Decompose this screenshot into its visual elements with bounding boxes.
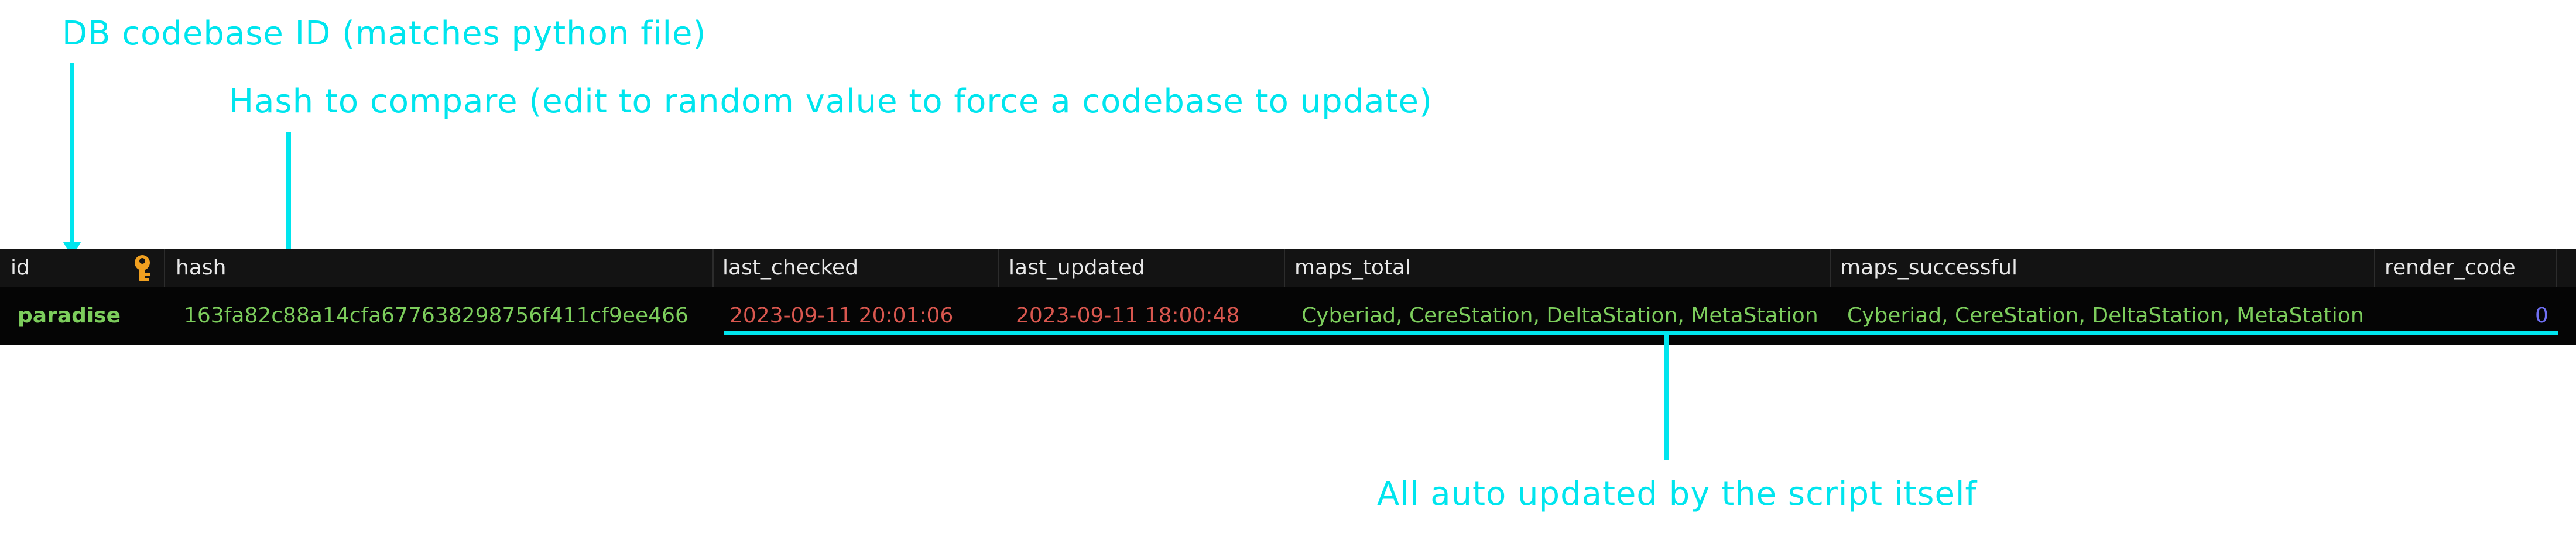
column-header-maps-successful[interactable]: maps_successful bbox=[1840, 249, 2017, 287]
column-separator[interactable] bbox=[1830, 249, 1831, 287]
auto-updated-pointer-line bbox=[1664, 331, 1669, 460]
cell-id[interactable]: paradise bbox=[18, 287, 121, 345]
column-separator[interactable] bbox=[1284, 249, 1285, 287]
hash-arrow-line bbox=[286, 132, 291, 257]
cell-maps-total[interactable]: Cyberiad, CereStation, DeltaStation, Met… bbox=[1301, 287, 1818, 345]
column-header-maps-total[interactable]: maps_total bbox=[1294, 249, 1411, 287]
cell-hash[interactable]: 163fa82c88a14cfa677638298756f411cf9ee466 bbox=[184, 287, 688, 345]
annotation-id-note: DB codebase ID (matches python file) bbox=[62, 15, 707, 53]
annotation-auto-note: All auto updated by the script itself bbox=[1377, 475, 1978, 513]
column-separator[interactable] bbox=[712, 249, 714, 287]
table-row[interactable]: paradise 163fa82c88a14cfa677638298756f41… bbox=[0, 287, 2576, 345]
column-header-last-checked[interactable]: last_checked bbox=[722, 249, 858, 287]
column-header-render-code[interactable]: render_code bbox=[2385, 249, 2516, 287]
cell-last-checked[interactable]: 2023-09-11 20:01:06 bbox=[729, 287, 953, 345]
annotation-hash-note: Hash to compare (edit to random value to… bbox=[229, 82, 1433, 121]
column-separator[interactable] bbox=[2374, 249, 2375, 287]
primary-key-icon bbox=[130, 253, 155, 283]
cell-last-updated[interactable]: 2023-09-11 18:00:48 bbox=[1016, 287, 1239, 345]
cell-render-code[interactable]: 0 bbox=[2535, 287, 2548, 345]
column-header-id[interactable]: id bbox=[11, 249, 30, 287]
column-separator[interactable] bbox=[2556, 249, 2557, 287]
grid-header-row: id hash last_checked last_updated maps_t… bbox=[0, 249, 2576, 287]
auto-updated-bracket-line bbox=[724, 331, 2558, 335]
cell-maps-successful[interactable]: Cyberiad, CereStation, DeltaStation, Met… bbox=[1847, 287, 2364, 345]
column-header-last-updated[interactable]: last_updated bbox=[1009, 249, 1145, 287]
id-arrow-line bbox=[70, 63, 74, 243]
column-header-hash[interactable]: hash bbox=[176, 249, 226, 287]
column-separator[interactable] bbox=[164, 249, 165, 287]
column-separator[interactable] bbox=[998, 249, 999, 287]
